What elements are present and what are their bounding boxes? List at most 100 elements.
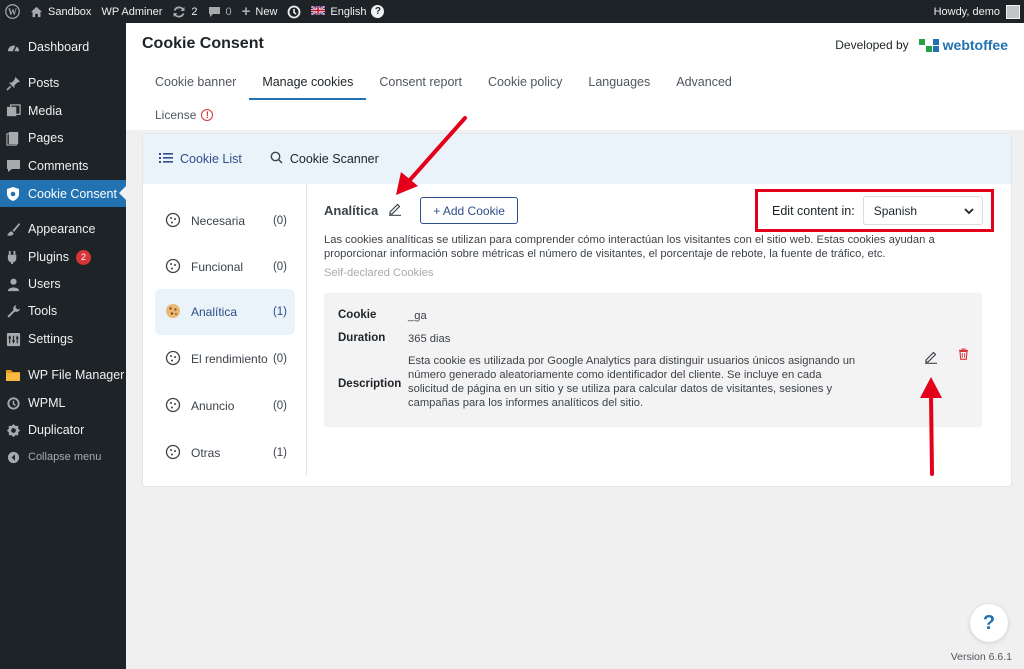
sidebar-item-wpml[interactable]: WPML [0, 390, 126, 416]
plugin-header: Cookie Consent Developed by webtoffee Co… [126, 23, 1024, 130]
category-item-el-rendimiento[interactable]: El rendimiento (0) [155, 337, 295, 381]
category-name: Funcional [191, 260, 244, 274]
sidebar-item-pages[interactable]: Pages [0, 125, 126, 151]
language-label: English [330, 5, 367, 18]
category-name: Necesaria [191, 214, 246, 228]
home-icon [30, 6, 43, 18]
new-label: New [255, 5, 278, 18]
sidebar-label: Tools [28, 304, 58, 318]
duplicator-icon [5, 422, 21, 438]
tab-cookie-policy[interactable]: Cookie policy [475, 68, 575, 100]
category-count: (1) [272, 447, 287, 459]
language-switcher[interactable]: English ? [306, 0, 389, 23]
category-item-necesaria[interactable]: Necesaria (0) [155, 199, 295, 243]
webtoffee-logo[interactable]: webtoffee [918, 37, 1008, 53]
plugins-update-badge: 2 [76, 249, 91, 265]
add-cookie-button[interactable]: + Add Cookie [420, 197, 518, 224]
tab-languages[interactable]: Languages [575, 68, 663, 100]
comments-link[interactable]: 0 [203, 0, 237, 23]
cookie-list-label: Cookie List [180, 152, 242, 166]
category-item-analitica[interactable]: Analítica (1) [155, 289, 295, 335]
brand-name: webtoffee [942, 37, 1008, 53]
list-icon [159, 152, 173, 167]
duration-value: 365 dias [408, 333, 451, 345]
help-button[interactable]: ? [970, 604, 1008, 642]
tab-advanced[interactable]: Advanced [663, 68, 745, 100]
sidebar-item-wp-file-manager[interactable]: WP File Manager [0, 362, 126, 388]
cookie-scanner-label: Cookie Scanner [289, 152, 379, 166]
adminer-label: WP Adminer [101, 5, 163, 18]
wordpress-icon: W [5, 4, 20, 19]
cookie-list-link[interactable]: Cookie List [159, 152, 242, 167]
page-title: Cookie Consent [142, 35, 264, 52]
description-label: Description [338, 378, 402, 390]
cookie-icon [165, 350, 181, 369]
cookie-icon [165, 258, 181, 277]
category-item-anuncio[interactable]: Anuncio (0) [155, 384, 295, 428]
help-circle-icon: ? [371, 5, 385, 18]
category-name: Analítica [191, 305, 238, 319]
category-item-funcional[interactable]: Funcional (0) [155, 245, 295, 289]
sidebar-label: Appearance [28, 222, 96, 236]
delete-cookie-icon[interactable] [955, 346, 971, 362]
cookie-card: Cookie _ga Duration 365 dias Description… [324, 293, 982, 427]
tab-consent-report[interactable]: Consent report [366, 68, 475, 100]
sidebar-item-tools[interactable]: Tools [0, 298, 126, 324]
self-declared-label: Self-declared Cookies [324, 267, 434, 279]
sidebar-label: WPML [28, 396, 66, 410]
tab-license[interactable]: License ! [155, 108, 214, 122]
plus-icon: + [241, 3, 251, 20]
wrench-icon [5, 303, 21, 319]
cookie-name-label: Cookie [338, 309, 377, 321]
wp-logo-button[interactable]: W [0, 0, 25, 23]
developed-by: Developed by webtoffee [835, 37, 1008, 53]
sidebar-label: Media [28, 104, 63, 118]
category-header: Analítica + Add Cookie [324, 197, 518, 224]
tab-manage-cookies[interactable]: Manage cookies [249, 68, 367, 100]
sidebar-item-appearance[interactable]: Appearance [0, 216, 126, 242]
language-select-value: Spanish [873, 203, 918, 218]
sidebar-item-users[interactable]: Users [0, 271, 126, 297]
sidebar-label: Comments [28, 159, 89, 173]
site-name-link[interactable]: Sandbox [25, 0, 96, 23]
refresh-icon [172, 5, 186, 19]
avatar[interactable] [1006, 4, 1020, 19]
sidebar-item-plugins[interactable]: Plugins 2 [0, 244, 126, 270]
edit-cookie-icon[interactable] [922, 348, 940, 366]
sidebar-item-cookie-consent[interactable]: Cookie Consent [0, 180, 126, 207]
collapse-menu-button[interactable]: Collapse menu [0, 444, 126, 470]
shield-icon [5, 186, 21, 202]
sidebar-item-posts[interactable]: Posts [0, 70, 126, 96]
cookie-scanner-link[interactable]: Cookie Scanner [270, 151, 379, 167]
tab-cookie-banner[interactable]: Cookie banner [142, 68, 249, 100]
category-name: Anuncio [191, 399, 235, 413]
adminer-link[interactable]: WP Adminer [96, 0, 167, 23]
sub-navigation: Cookie List Cookie Scanner [143, 134, 1011, 184]
user-greeting[interactable]: Howdy, demo [934, 6, 1000, 18]
sidebar-label: Duplicator [28, 423, 85, 437]
category-item-otras[interactable]: Otras (1) [155, 431, 295, 475]
pencil-edit-icon[interactable] [388, 202, 402, 219]
column-divider [306, 184, 307, 476]
language-select[interactable]: Spanish [862, 196, 983, 225]
sidebar-item-duplicator[interactable]: Duplicator [0, 417, 126, 443]
sidebar-item-dashboard[interactable]: Dashboard [0, 34, 126, 60]
site-name: Sandbox [48, 5, 92, 18]
comment-bubble-icon [208, 6, 221, 18]
category-description: Las cookies analíticas se utilizan para … [324, 234, 935, 260]
search-icon [270, 151, 283, 167]
duration-label: Duration [338, 332, 386, 344]
sidebar-item-comments[interactable]: Comments [0, 153, 126, 179]
new-content-link[interactable]: + New [237, 0, 283, 23]
pin-icon [5, 75, 21, 91]
updates-link[interactable]: 2 [167, 0, 202, 23]
cookie-icon [165, 303, 181, 322]
sidebar-item-settings[interactable]: Settings [0, 326, 126, 352]
sidebar-label: Settings [28, 332, 74, 346]
sidebar-item-media[interactable]: Media [0, 98, 126, 124]
sidebar-label: Dashboard [28, 40, 90, 54]
edit-content-language-box: Edit content in: Spanish [755, 189, 994, 232]
wpml-button[interactable] [282, 0, 306, 23]
category-count: (0) [272, 215, 287, 227]
edit-content-label: Edit content in: [772, 203, 855, 218]
